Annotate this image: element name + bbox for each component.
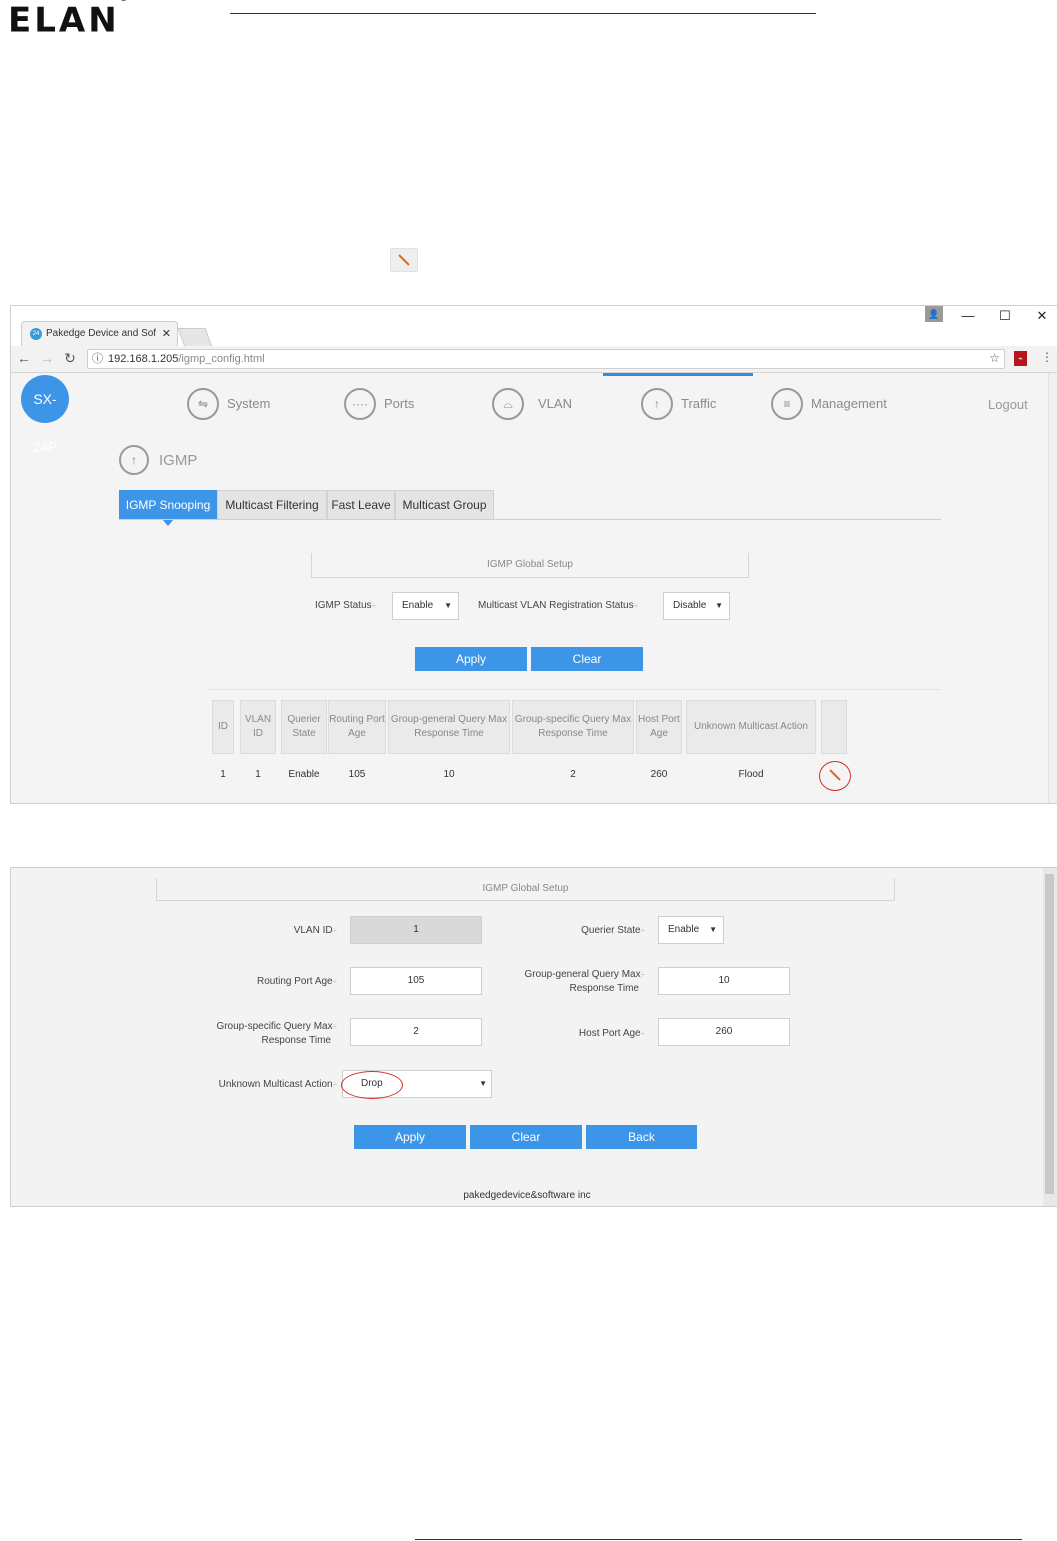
pdf-extension-icon[interactable]: ⌁	[1014, 351, 1027, 366]
table-header: ID	[212, 700, 234, 754]
tab-igmp-snooping[interactable]: IGMP Snooping	[119, 490, 217, 526]
vlan-id-field[interactable]: 1	[350, 916, 482, 944]
highlight-ring	[341, 1071, 403, 1099]
vlan-id-label: VLAN ID÷	[293, 925, 337, 936]
table-cell: 2	[570, 769, 576, 780]
tab-close-icon[interactable]: ✕	[162, 322, 171, 346]
tab-title: Pakedge Device and Soft	[46, 328, 156, 339]
tab-multicast-group[interactable]: Multicast Group	[395, 490, 494, 520]
mvr-status-select[interactable]: Disable ▼	[663, 592, 730, 620]
url-host: 192.168.1.205	[108, 353, 179, 365]
table-cell: Enable	[288, 769, 320, 780]
tab-multicast-filtering[interactable]: Multicast Filtering	[217, 490, 327, 520]
new-tab-button[interactable]	[177, 328, 213, 347]
browser-tab[interactable]: 24 Pakedge Device and Soft ✕	[21, 321, 178, 347]
chevron-down-icon: ▼	[479, 1079, 487, 1088]
unknown-multicast-label: Unknown Multicast Action÷	[218, 1079, 337, 1090]
user-profile-icon[interactable]: 👤	[925, 306, 943, 322]
igmp-status-label: IGMP Status÷	[315, 600, 376, 611]
gs-query-label: Group-specific Query Max÷ Response Time	[216, 1021, 337, 1046]
management-icon: ≡	[771, 388, 803, 420]
querier-state-label: Querier State÷	[581, 925, 645, 936]
table-cell: Flood	[738, 769, 764, 780]
apply-button[interactable]: Apply	[354, 1125, 466, 1149]
address-bar[interactable]: ⓘ 192.168.1.205/igmp_config.html ☆	[87, 349, 1005, 369]
switch-web-ui: SX-24P ⇋ System ···· Ports ⌓ VLAN ↑ Traf…	[11, 373, 1047, 803]
gg-query-field[interactable]: 10	[658, 967, 790, 995]
chevron-down-icon: ▼	[709, 925, 717, 934]
table-cell: 105	[348, 769, 366, 780]
footer-rule	[415, 1539, 1022, 1540]
tab-fast-leave[interactable]: Fast Leave	[327, 490, 395, 520]
favicon-icon: 24	[30, 328, 42, 340]
close-window-button[interactable]: ✕	[1027, 308, 1057, 324]
device-badge: SX-24P	[21, 375, 69, 455]
highlight-ring	[819, 761, 851, 791]
table-cell: 1	[255, 769, 261, 780]
table-header: Group-specific Query Max Response Time	[512, 700, 634, 754]
page-footer: pakedgedevice&software inc	[463, 1190, 591, 1201]
table-header: VLAN ID	[240, 700, 276, 754]
routing-port-age-field[interactable]: 105	[350, 967, 482, 995]
edit-form-screenshot: IGMP Global Setup VLAN ID÷ 1 Querier Sta…	[10, 867, 1057, 1207]
gg-query-label: Group-general Query Max÷ Response Time	[524, 969, 645, 994]
clear-button[interactable]: Clear	[531, 647, 643, 671]
elan-logo: ELAN®	[8, 0, 128, 41]
forward-arrow-icon[interactable]: →	[38, 350, 56, 366]
browser-screenshot: 24 Pakedge Device and Soft ✕ 👤 — ☐ ✕ ← →…	[10, 305, 1057, 804]
back-button[interactable]: Back	[586, 1125, 697, 1149]
header-rule	[230, 13, 816, 14]
logout-link[interactable]: Logout	[988, 397, 1028, 412]
browser-titlebar: 24 Pakedge Device and Soft ✕ 👤 — ☐ ✕	[11, 306, 1057, 347]
bookmark-star-icon[interactable]: ☆	[989, 349, 1000, 367]
info-icon[interactable]: ⓘ	[92, 350, 103, 368]
gs-query-field[interactable]: 2	[350, 1018, 482, 1046]
table-separator	[209, 689, 941, 690]
chevron-down-icon: ▼	[715, 601, 723, 610]
table-header: Unknown Multicast Action	[686, 700, 816, 754]
chevron-down-icon: ▼	[444, 601, 452, 610]
browser-toolbar: ← → ↻ ⓘ 192.168.1.205/igmp_config.html ☆	[11, 346, 1057, 373]
reload-icon[interactable]: ↻	[61, 350, 79, 367]
tabs-divider	[119, 519, 941, 520]
querier-state-select[interactable]: Enable ▼	[658, 916, 724, 944]
system-icon: ⇋	[187, 388, 219, 420]
page-scrollbar[interactable]	[1048, 373, 1057, 803]
host-port-age-field[interactable]: 260	[658, 1018, 790, 1046]
table-header: Host Port Age	[636, 700, 682, 754]
back-arrow-icon[interactable]: ←	[15, 350, 33, 366]
edit-pencil-icon	[390, 248, 418, 272]
igmp-status-select[interactable]: Enable ▼	[392, 592, 459, 620]
host-port-age-label: Host Port Age÷	[578, 1028, 645, 1039]
minimize-button[interactable]: —	[953, 308, 983, 323]
edit-form-title: IGMP Global Setup	[156, 878, 895, 901]
vlan-icon: ⌓	[492, 388, 524, 420]
table-cell: 260	[650, 769, 668, 780]
traffic-icon: ↑	[641, 388, 673, 420]
table-cell: 1	[220, 769, 226, 780]
url-path: /igmp_config.html	[178, 353, 265, 365]
routing-port-age-label: Routing Port Age÷	[257, 976, 337, 987]
table-header	[821, 700, 847, 754]
menu-kebab-icon[interactable]: ⋮	[1041, 350, 1053, 364]
maximize-button[interactable]: ☐	[990, 308, 1020, 324]
page-scrollbar[interactable]	[1043, 868, 1057, 1206]
apply-button[interactable]: Apply	[415, 647, 527, 671]
global-setup-title: IGMP Global Setup	[311, 553, 749, 578]
table-cell: 10	[443, 769, 455, 780]
active-menu-indicator	[603, 373, 753, 376]
clear-button[interactable]: Clear	[470, 1125, 582, 1149]
table-header: Routing Port Age	[328, 700, 386, 754]
table-header: Group-general Query Max Response Time	[388, 700, 510, 754]
traffic-section-icon: ↑	[119, 445, 149, 475]
table-header: Querier State	[281, 700, 327, 754]
scrollbar-thumb[interactable]	[1045, 874, 1054, 1194]
mvr-status-label: Multicast VLAN Registration Status÷	[478, 600, 639, 611]
ports-icon: ····	[344, 388, 376, 420]
